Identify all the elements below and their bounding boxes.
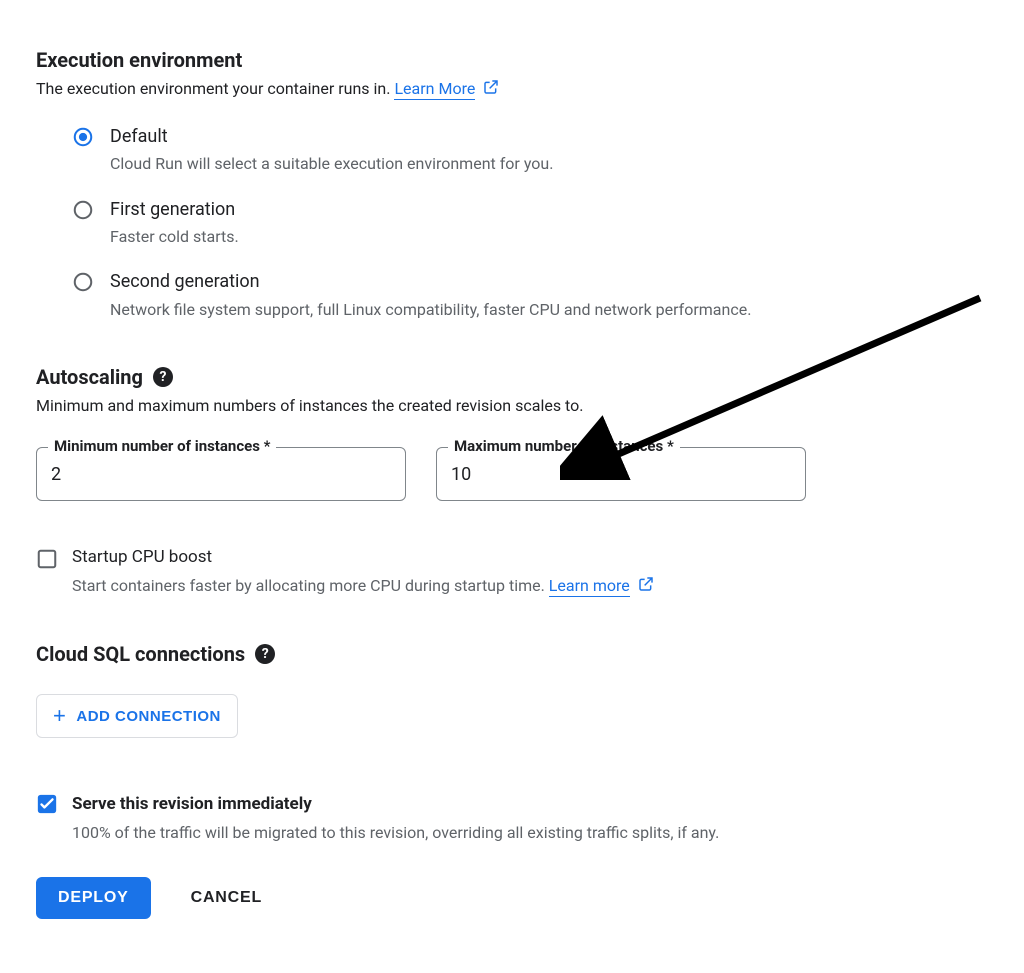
serve-revision-label[interactable]: Serve this revision immediately [72, 794, 312, 814]
max-instances-input[interactable] [436, 447, 806, 501]
radio-label: Default [110, 125, 168, 148]
startup-cpu-boost-row: Startup CPU boost [36, 547, 988, 570]
help-icon[interactable]: ? [255, 644, 275, 664]
radio-sub: Network file system support, full Linux … [110, 298, 830, 321]
instance-fields-row: Minimum number of instances * Maximum nu… [36, 447, 988, 501]
execution-title: Execution environment [36, 48, 988, 72]
radio-sub: Cloud Run will select a suitable executi… [110, 152, 830, 175]
autoscaling-title: Autoscaling [36, 365, 143, 389]
execution-desc: The execution environment your container… [36, 78, 988, 101]
startup-cpu-boost-sub-text: Start containers faster by allocating mo… [72, 576, 549, 595]
cpu-boost-learn-more-link[interactable]: Learn more [549, 576, 630, 597]
radio-unselected-icon [72, 199, 94, 221]
min-instances-label: Minimum number of instances * [48, 437, 276, 455]
plus-icon: + [53, 705, 66, 727]
radio-unselected-icon [72, 271, 94, 293]
execution-learn-more-link[interactable]: Learn More [394, 79, 475, 100]
help-icon[interactable]: ? [153, 367, 173, 387]
execution-radio-group: Default Cloud Run will select a suitable… [36, 125, 988, 321]
deploy-button[interactable]: DEPLOY [36, 877, 151, 919]
startup-cpu-boost-label[interactable]: Startup CPU boost [72, 547, 212, 567]
add-connection-label: ADD CONNECTION [76, 708, 221, 725]
autoscaling-section: Autoscaling ? Minimum and maximum number… [36, 365, 988, 599]
cancel-button[interactable]: CANCEL [191, 877, 262, 919]
checkbox-unchecked-icon[interactable] [36, 548, 58, 570]
serve-revision-sub: 100% of the traffic will be migrated to … [72, 821, 988, 844]
cloud-sql-section: Cloud SQL connections ? + ADD CONNECTION [36, 642, 988, 738]
execution-desc-text: The execution environment your container… [36, 79, 394, 98]
radio-option-first-generation[interactable]: First generation Faster cold starts. [72, 198, 988, 249]
footer-actions: DEPLOY CANCEL [36, 877, 988, 919]
autoscaling-desc: Minimum and maximum numbers of instances… [36, 395, 988, 417]
radio-option-default[interactable]: Default Cloud Run will select a suitable… [72, 125, 988, 176]
max-instances-label: Maximum number of instances * [448, 437, 680, 455]
external-link-icon [483, 79, 499, 101]
radio-option-second-generation[interactable]: Second generation Network file system su… [72, 270, 988, 321]
external-link-icon [638, 575, 654, 598]
radio-selected-icon [72, 126, 94, 148]
cloud-sql-title: Cloud SQL connections [36, 642, 245, 666]
min-instances-input[interactable] [36, 447, 406, 501]
execution-environment-section: Execution environment The execution envi… [36, 48, 988, 321]
radio-label: First generation [110, 198, 235, 221]
radio-label: Second generation [110, 270, 260, 293]
min-instances-field: Minimum number of instances * [36, 447, 406, 501]
radio-sub: Faster cold starts. [110, 225, 830, 248]
max-instances-field: Maximum number of instances * [436, 447, 806, 501]
serve-revision-section: Serve this revision immediately 100% of … [36, 792, 988, 844]
checkbox-checked-icon[interactable] [36, 793, 58, 815]
add-connection-button[interactable]: + ADD CONNECTION [36, 694, 238, 738]
startup-cpu-boost-sub: Start containers faster by allocating mo… [72, 574, 988, 598]
